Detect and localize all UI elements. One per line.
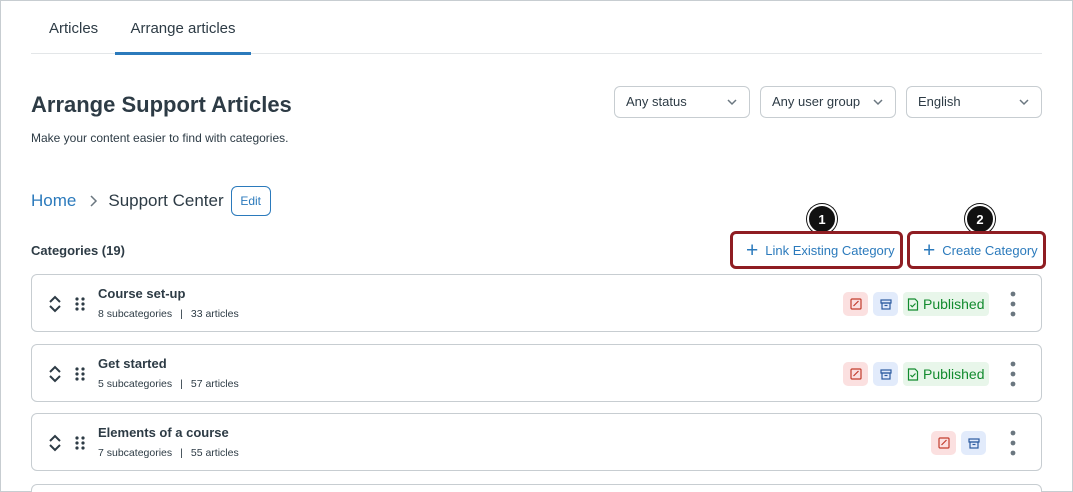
meta-divider: | — [180, 378, 183, 390]
drag-handle-icon[interactable] — [74, 366, 86, 382]
subcategory-count: 8 subcategories — [98, 308, 173, 320]
published-label: Published — [923, 366, 985, 382]
breadcrumb-home-link[interactable]: Home — [31, 191, 76, 211]
draft-status-badge[interactable] — [843, 292, 868, 316]
create-category-button[interactable]: + Create Category — [907, 231, 1046, 269]
category-meta: 7 subcategories | 55 articles — [98, 447, 239, 459]
meta-divider: | — [180, 447, 183, 459]
plus-icon: + — [923, 238, 936, 262]
status-filter-select[interactable]: Any status — [614, 86, 750, 118]
archive-box-icon — [879, 369, 892, 380]
category-row — [31, 484, 1042, 492]
breadcrumb: Home Support Center Edit — [31, 186, 271, 216]
language-filter-value: English — [918, 94, 961, 109]
tab-arrange-articles[interactable]: Arrange articles — [115, 20, 251, 55]
published-label: Published — [923, 296, 985, 312]
categories-count: Categories (19) — [31, 243, 125, 258]
user-group-filter-select[interactable]: Any user group — [760, 86, 896, 118]
edit-document-icon — [849, 368, 862, 380]
archive-status-badge[interactable] — [873, 292, 898, 316]
drag-handle-icon[interactable] — [74, 435, 86, 451]
callout-badge-2: 2 — [965, 204, 995, 234]
archive-status-badge[interactable] — [873, 362, 898, 386]
category-meta: 8 subcategories | 33 articles — [98, 308, 239, 320]
article-count: 55 articles — [190, 447, 239, 459]
category-title[interactable]: Get started — [98, 356, 167, 371]
link-existing-category-label: Link Existing Category — [765, 242, 895, 258]
category-title[interactable]: Course set-up — [98, 286, 185, 301]
status-filter-value: Any status — [626, 94, 687, 109]
kebab-menu-icon[interactable] — [1009, 361, 1017, 387]
chevron-up-down-icon[interactable] — [48, 295, 62, 313]
subcategory-count: 5 subcategories — [98, 378, 173, 390]
page-subtitle: Make your content easier to find with ca… — [31, 131, 289, 145]
article-count: 57 articles — [190, 378, 239, 390]
create-category-label: Create Category — [942, 242, 1038, 258]
edit-breadcrumb-button[interactable]: Edit — [230, 186, 271, 216]
meta-divider: | — [180, 308, 183, 320]
kebab-menu-icon[interactable] — [1009, 430, 1017, 456]
subcategory-count: 7 subcategories — [98, 447, 173, 459]
chevron-down-icon — [1019, 99, 1029, 106]
document-check-icon — [907, 297, 919, 311]
category-row: Get started 5 subcategories | 57 articles … — [31, 344, 1042, 402]
link-existing-category-button[interactable]: + Link Existing Category — [730, 231, 903, 269]
chevron-right-icon — [90, 195, 98, 207]
tab-articles[interactable]: Articles — [49, 20, 98, 54]
published-status-badge: Published — [903, 362, 989, 386]
plus-icon: + — [746, 238, 759, 262]
chevron-down-icon — [873, 99, 883, 106]
language-filter-select[interactable]: English — [906, 86, 1042, 118]
drag-handle-icon[interactable] — [74, 296, 86, 312]
kebab-menu-icon[interactable] — [1009, 291, 1017, 317]
category-row: Elements of a course 7 subcategories | 55 … — [31, 413, 1042, 471]
category-title[interactable]: Elements of a course — [98, 425, 229, 440]
draft-status-badge[interactable] — [931, 431, 956, 455]
chevron-down-icon — [727, 99, 737, 106]
breadcrumb-current: Support Center — [108, 191, 224, 210]
document-check-icon — [907, 367, 919, 381]
archive-box-icon — [879, 299, 892, 310]
edit-document-icon — [937, 437, 950, 449]
draft-status-badge[interactable] — [843, 362, 868, 386]
tab-bar: Articles Arrange articles — [31, 0, 1042, 55]
page-title: Arrange Support Articles — [31, 92, 292, 117]
chevron-up-down-icon[interactable] — [48, 365, 62, 383]
archive-box-icon — [967, 438, 980, 449]
callout-badge-1: 1 — [807, 204, 837, 234]
published-status-badge: Published — [903, 292, 989, 316]
category-meta: 5 subcategories | 57 articles — [98, 378, 239, 390]
edit-document-icon — [849, 298, 862, 310]
chevron-up-down-icon[interactable] — [48, 434, 62, 452]
archive-status-badge[interactable] — [961, 431, 986, 455]
article-count: 33 articles — [190, 308, 239, 320]
category-row: Course set-up 8 subcategories | 33 article… — [31, 274, 1042, 332]
user-group-filter-value: Any user group — [772, 94, 861, 109]
